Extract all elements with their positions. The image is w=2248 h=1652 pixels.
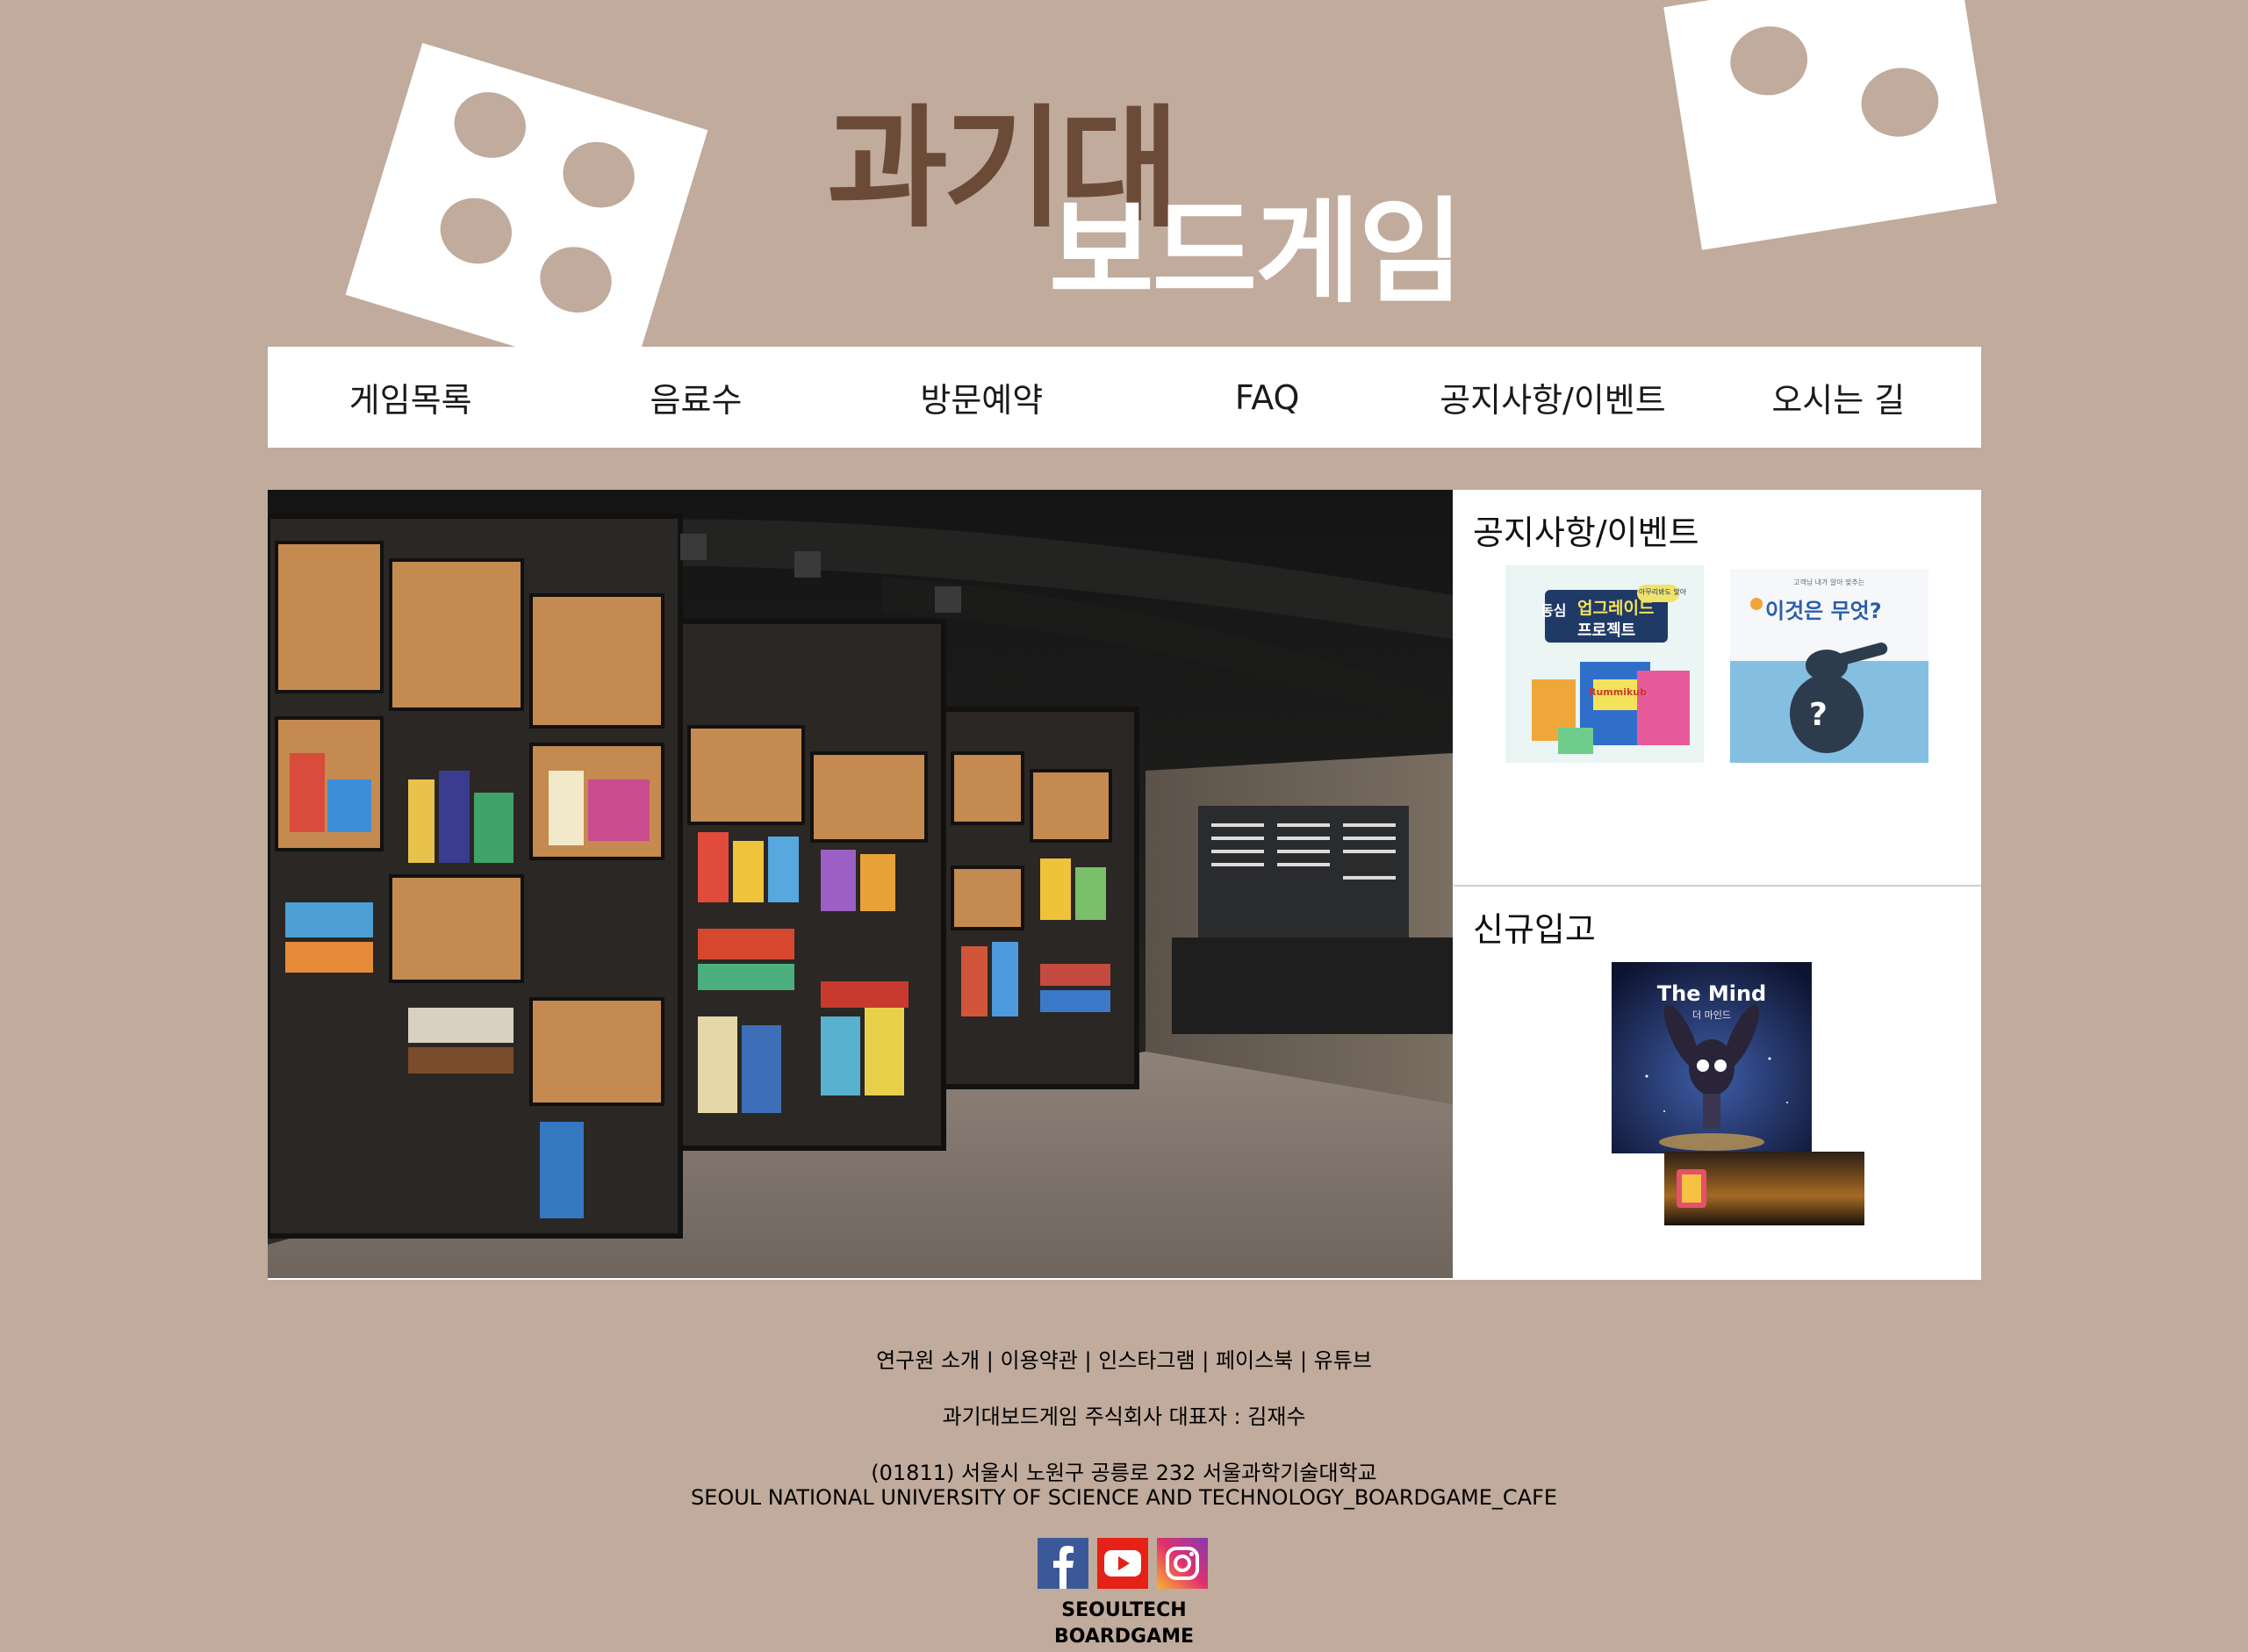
- footer-link-about[interactable]: 연구원 소개: [876, 1348, 980, 1373]
- footer-separator: |: [1084, 1348, 1092, 1373]
- footer-separator: |: [1202, 1348, 1210, 1373]
- notice-card-1-word-1: 동심: [1541, 602, 1567, 619]
- footer-separator: |: [1299, 1348, 1308, 1373]
- new-arrival-title: 신규입고: [1473, 910, 1596, 949]
- main-content: 공지사항/이벤트 동심 업그레이드 프로젝트 아무리봐도 맞아 Rummikub: [268, 490, 1981, 1280]
- nav-item-game-list[interactable]: 게임목록: [268, 373, 553, 421]
- footer-link-instagram[interactable]: 인스타그램: [1098, 1348, 1195, 1373]
- footer-separator: |: [986, 1348, 994, 1373]
- facebook-icon[interactable]: [1038, 1538, 1088, 1589]
- notice-event-title: 공지사항/이벤트: [1473, 514, 1699, 552]
- logo-line-2[interactable]: 보드게임: [1049, 195, 1463, 309]
- footer-address-en: SEOUL NATIONAL UNIVERSITY OF SCIENCE AND…: [690, 1485, 1558, 1510]
- notice-card-upgrade-project[interactable]: 동심 업그레이드 프로젝트 아무리봐도 맞아 Rummikub: [1505, 565, 1704, 763]
- new-arrival-the-mind-side[interactable]: [1664, 1152, 1864, 1225]
- notice-card-1-small-text: 아무리봐도 맞아: [1639, 588, 1687, 596]
- instagram-icon[interactable]: [1157, 1538, 1208, 1589]
- new-arrival-the-mind-box[interactable]: The Mind 더 마인드: [1612, 962, 1812, 1153]
- notice-card-2-question-mark: ?: [1809, 697, 1828, 733]
- notice-card-1-word-3: 프로젝트: [1577, 621, 1636, 640]
- the-mind-title: The Mind: [1656, 981, 1767, 1006]
- footer-link-youtube[interactable]: 유튜브: [1314, 1348, 1372, 1373]
- youtube-icon[interactable]: [1097, 1538, 1148, 1589]
- footer-brand-line-2: BOARDGAME: [1053, 1626, 1195, 1648]
- dice-decoration-left: [345, 42, 708, 383]
- nav-item-drinks[interactable]: 음료수: [553, 373, 838, 421]
- nav-item-faq[interactable]: FAQ: [1124, 378, 1410, 417]
- footer-link-terms[interactable]: 이용약관: [1000, 1348, 1077, 1373]
- dice-decoration-right: [1663, 0, 1997, 250]
- notice-card-1-product: Rummikub: [1589, 686, 1648, 698]
- footer-company: 과기대보드게임 주식회사 대표자 : 김재수: [942, 1404, 1306, 1429]
- main-navigation: 게임목록 음료수 방문예약 FAQ 공지사항/이벤트 오시는 길: [268, 347, 1981, 448]
- notice-card-what-is-this[interactable]: ? 이것은 무엇? 고객님 내가 알아 맞추는: [1730, 569, 1928, 763]
- cafe-interior-image: [268, 490, 1453, 1278]
- footer-links: 연구원 소개 | 이용약관 | 인스타그램 | 페이스북 | 유튜브: [0, 1343, 2248, 1374]
- sidebar: 공지사항/이벤트 동심 업그레이드 프로젝트 아무리봐도 맞아 Rummikub: [1454, 490, 1981, 1280]
- notice-card-2-title: 이것은 무엇?: [1765, 599, 1882, 623]
- notice-card-2-small-text: 고객님 내가 알아 맞추는: [1793, 578, 1865, 586]
- footer-brand-line-1: SEOULTECH: [1061, 1599, 1187, 1621]
- nav-item-notice-event[interactable]: 공지사항/이벤트: [1410, 373, 1695, 421]
- nav-item-directions[interactable]: 오시는 길: [1696, 373, 1981, 421]
- the-mind-subtitle: 더 마인드: [1692, 1009, 1731, 1021]
- notice-card-1-word-2: 업그레이드: [1577, 599, 1655, 618]
- footer-address-kr: (01811) 서울시 노원구 공릉로 232 서울과학기술대학교: [871, 1461, 1377, 1485]
- sidebar-divider: [1454, 885, 1981, 887]
- footer-link-facebook[interactable]: 페이스북: [1216, 1348, 1293, 1373]
- nav-item-reservation[interactable]: 방문예약: [839, 373, 1124, 421]
